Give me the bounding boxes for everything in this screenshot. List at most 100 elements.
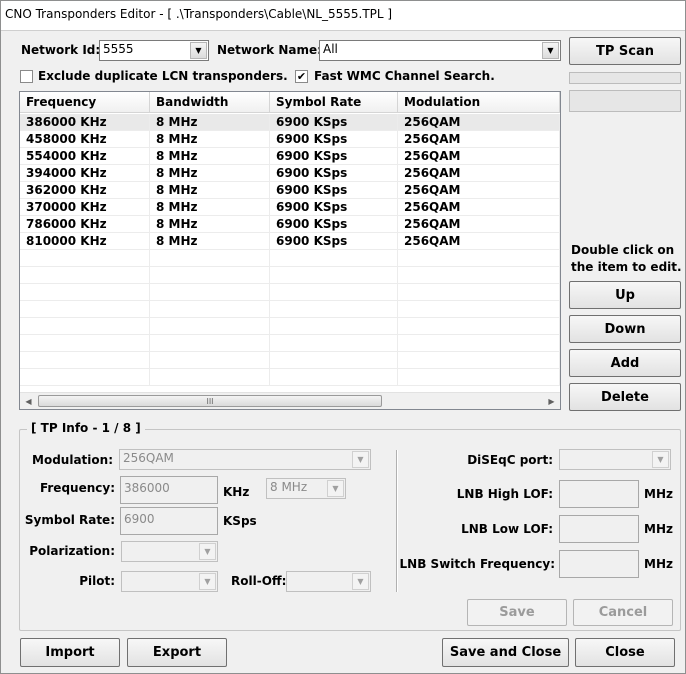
column-header-bandwidth[interactable]: Bandwidth — [150, 92, 270, 113]
fast-wmc-checkbox[interactable]: ✔ — [295, 70, 308, 83]
chevron-down-icon[interactable]: ▼ — [199, 573, 216, 590]
exclude-duplicate-checkbox[interactable] — [20, 70, 33, 83]
transponder-list-header: Frequency Bandwidth Symbol Rate Modulati… — [20, 92, 560, 113]
cell-modulation: 256QAM — [398, 165, 560, 181]
chevron-down-icon[interactable]: ▼ — [352, 573, 369, 590]
symbol-rate-field[interactable]: 6900 — [120, 507, 218, 535]
scroll-left-icon[interactable]: ◀ — [20, 393, 37, 409]
save-and-close-button[interactable]: Save and Close — [442, 638, 569, 667]
table-row[interactable]: 394000 KHz 8 MHz 6900 KSps 256QAM — [20, 165, 560, 182]
horizontal-scrollbar[interactable]: ◀ III ▶ — [20, 392, 560, 409]
lnb-low-field[interactable] — [559, 515, 639, 543]
cell-modulation: 256QAM — [398, 233, 560, 249]
frequency-field[interactable]: 386000 — [120, 476, 218, 504]
frequency-label: Frequency: — [39, 481, 115, 495]
table-row[interactable]: 386000 KHz 8 MHz 6900 KSps 256QAM — [20, 114, 560, 131]
group-separator — [396, 450, 398, 592]
empty-cell — [20, 301, 150, 317]
table-row[interactable]: 786000 KHz 8 MHz 6900 KSps 256QAM — [20, 216, 560, 233]
bandwidth-value: 8 MHz — [270, 480, 308, 494]
table-row[interactable]: 370000 KHz 8 MHz 6900 KSps 256QAM — [20, 199, 560, 216]
up-button[interactable]: Up — [569, 281, 681, 309]
cell-symbol-rate: 6900 KSps — [270, 131, 398, 147]
cell-bandwidth: 8 MHz — [150, 182, 270, 198]
down-button[interactable]: Down — [569, 315, 681, 343]
chevron-down-icon[interactable]: ▼ — [542, 42, 559, 59]
cell-bandwidth: 8 MHz — [150, 199, 270, 215]
lnb-high-unit: MHz — [644, 487, 673, 501]
cell-bandwidth: 8 MHz — [150, 131, 270, 147]
cell-frequency: 458000 KHz — [20, 131, 150, 147]
scan-progress-bar — [569, 72, 681, 84]
empty-row — [20, 267, 560, 284]
modulation-combo[interactable]: 256QAM ▼ — [119, 449, 371, 470]
lnb-switch-field[interactable] — [559, 550, 639, 578]
cell-bandwidth: 8 MHz — [150, 114, 270, 130]
empty-row — [20, 301, 560, 318]
cell-modulation: 256QAM — [398, 114, 560, 130]
import-button[interactable]: Import — [20, 638, 120, 667]
polarization-label: Polarization: — [29, 544, 115, 558]
scroll-right-icon[interactable]: ▶ — [543, 393, 560, 409]
bandwidth-combo[interactable]: 8 MHz ▼ — [266, 478, 346, 499]
lnb-high-field[interactable] — [559, 480, 639, 508]
empty-cell — [20, 284, 150, 300]
column-header-symbol-rate[interactable]: Symbol Rate — [270, 92, 398, 113]
empty-cell — [398, 369, 560, 385]
diseqc-combo[interactable]: ▼ — [559, 449, 671, 470]
cell-frequency: 786000 KHz — [20, 216, 150, 232]
column-header-frequency[interactable]: Frequency — [20, 92, 150, 113]
cell-bandwidth: 8 MHz — [150, 216, 270, 232]
editor-window: CNO Transponders Editor - [ .\Transponde… — [0, 0, 686, 674]
tp-scan-button[interactable]: TP Scan — [569, 37, 681, 65]
empty-cell — [398, 335, 560, 351]
polarization-combo[interactable]: ▼ — [121, 541, 218, 562]
modulation-label: Modulation: — [32, 453, 113, 467]
chevron-down-icon[interactable]: ▼ — [327, 480, 344, 497]
export-button[interactable]: Export — [127, 638, 227, 667]
rolloff-combo[interactable]: ▼ — [286, 571, 371, 592]
add-button[interactable]: Add — [569, 349, 681, 377]
empty-cell — [270, 318, 398, 334]
tp-cancel-button[interactable]: Cancel — [573, 599, 673, 626]
cell-symbol-rate: 6900 KSps — [270, 233, 398, 249]
cell-symbol-rate: 6900 KSps — [270, 165, 398, 181]
network-name-combo[interactable]: All ▼ — [319, 40, 561, 61]
close-button[interactable]: Close — [575, 638, 675, 667]
empty-cell — [20, 318, 150, 334]
table-row[interactable]: 362000 KHz 8 MHz 6900 KSps 256QAM — [20, 182, 560, 199]
column-header-modulation[interactable]: Modulation — [398, 92, 560, 113]
table-row[interactable]: 810000 KHz 8 MHz 6900 KSps 256QAM — [20, 233, 560, 250]
chevron-down-icon[interactable]: ▼ — [652, 451, 669, 468]
network-id-combo[interactable]: 5555 ▼ — [99, 40, 209, 61]
edit-hint-line2: the item to edit. — [571, 260, 682, 274]
empty-cell — [270, 301, 398, 317]
empty-cell — [20, 335, 150, 351]
delete-button[interactable]: Delete — [569, 383, 681, 411]
scan-status-box — [569, 90, 681, 112]
cell-frequency: 810000 KHz — [20, 233, 150, 249]
empty-cell — [20, 369, 150, 385]
cell-frequency: 394000 KHz — [20, 165, 150, 181]
empty-cell — [270, 284, 398, 300]
transponder-list[interactable]: Frequency Bandwidth Symbol Rate Modulati… — [19, 91, 561, 410]
tp-save-button[interactable]: Save — [467, 599, 567, 626]
diseqc-label: DiSEqC port: — [467, 453, 553, 467]
table-row[interactable]: 458000 KHz 8 MHz 6900 KSps 256QAM — [20, 131, 560, 148]
chevron-down-icon[interactable]: ▼ — [352, 451, 369, 468]
rolloff-label: Roll-Off: — [231, 574, 287, 588]
empty-cell — [270, 352, 398, 368]
fast-wmc-label: Fast WMC Channel Search. — [314, 69, 495, 83]
network-id-label: Network Id: — [21, 43, 101, 57]
chevron-down-icon[interactable]: ▼ — [190, 42, 207, 59]
empty-cell — [398, 284, 560, 300]
scroll-thumb[interactable]: III — [38, 395, 382, 407]
empty-cell — [150, 301, 270, 317]
table-row[interactable]: 554000 KHz 8 MHz 6900 KSps 256QAM — [20, 148, 560, 165]
pilot-combo[interactable]: ▼ — [121, 571, 218, 592]
empty-row — [20, 318, 560, 335]
chevron-down-icon[interactable]: ▼ — [199, 543, 216, 560]
cell-modulation: 256QAM — [398, 182, 560, 198]
cell-symbol-rate: 6900 KSps — [270, 199, 398, 215]
symbol-rate-unit: KSps — [223, 514, 257, 528]
